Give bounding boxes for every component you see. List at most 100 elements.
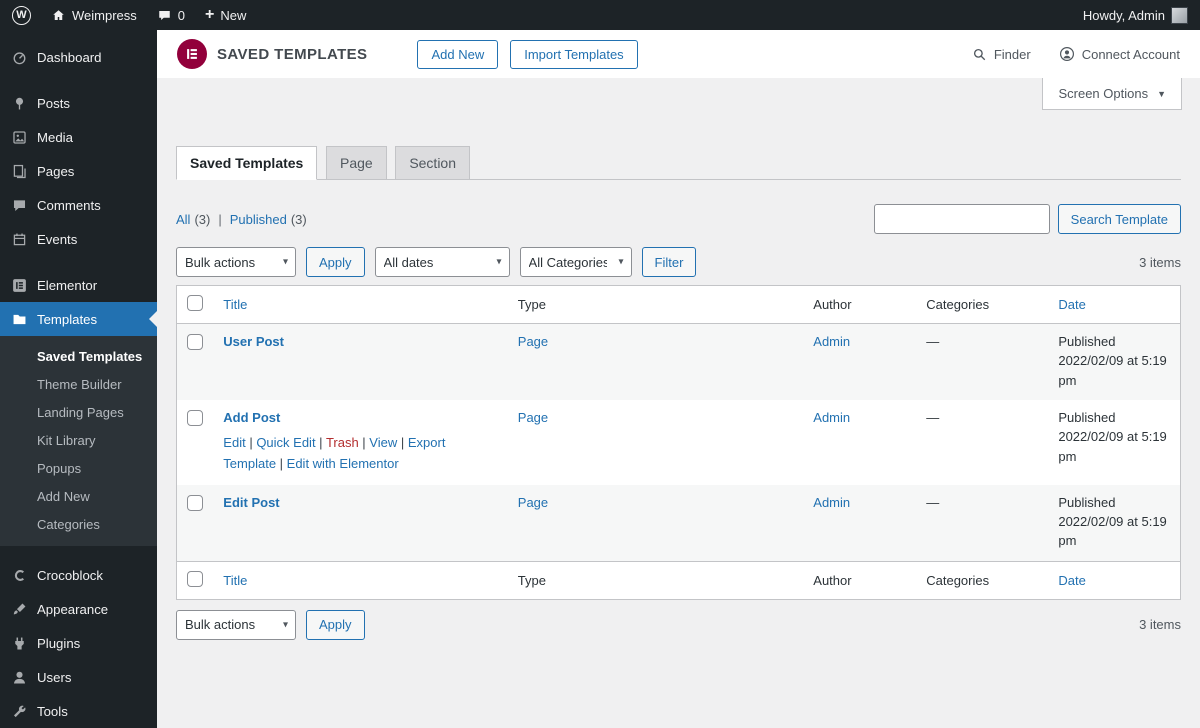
import-templates-button[interactable]: Import Templates bbox=[510, 39, 638, 69]
submenu-item-saved-templates[interactable]: Saved Templates bbox=[0, 342, 157, 370]
column-title-sort[interactable]: Title bbox=[223, 297, 247, 312]
publish-date: 2022/02/09 at 5:19 pm bbox=[1058, 429, 1167, 464]
menu-separator bbox=[0, 256, 157, 268]
all-count: (3) bbox=[194, 211, 211, 227]
column-date-sort[interactable]: Date bbox=[1058, 297, 1085, 312]
folder-icon bbox=[10, 310, 28, 328]
quick-edit-action-link[interactable]: Quick Edit bbox=[256, 435, 315, 450]
sidebar-item-label: Crocoblock bbox=[37, 567, 103, 583]
screen-options-toggle[interactable]: Screen Options ▼ bbox=[1042, 78, 1182, 110]
sidebar-item-label: Tools bbox=[37, 703, 68, 719]
howdy-account-link[interactable]: Howdy, Admin bbox=[1082, 6, 1188, 24]
search-icon bbox=[972, 47, 987, 62]
submenu-item-kit-library[interactable]: Kit Library bbox=[0, 426, 157, 454]
select-all-checkbox[interactable] bbox=[187, 295, 203, 311]
pushpin-icon bbox=[10, 94, 28, 112]
add-new-button[interactable]: Add New bbox=[417, 39, 499, 69]
tab-saved-templates[interactable]: Saved Templates bbox=[176, 146, 318, 180]
sidebar-item-users[interactable]: Users bbox=[0, 660, 157, 694]
new-label: New bbox=[220, 7, 247, 23]
table-footer: Title Type Author Categories Date bbox=[176, 560, 1181, 600]
template-title-link[interactable]: Add Post bbox=[223, 410, 280, 425]
filter-button[interactable]: Filter bbox=[641, 247, 697, 277]
row-checkbox[interactable] bbox=[187, 494, 203, 511]
avatar bbox=[1171, 6, 1188, 24]
type-link[interactable]: Page bbox=[518, 410, 548, 425]
table-row: Edit Post Page Admin — Published 2022/02… bbox=[176, 484, 1181, 562]
submenu-item-add-new[interactable]: Add New bbox=[0, 482, 157, 510]
screen-options-label: Screen Options bbox=[1058, 86, 1149, 101]
row-actions: EditQuick EditTrashViewExport TemplateEd… bbox=[223, 433, 497, 475]
categories-value: — bbox=[926, 334, 940, 349]
type-link[interactable]: Page bbox=[518, 334, 548, 349]
crocoblock-icon bbox=[10, 566, 28, 584]
sidebar-item-comments[interactable]: Comments bbox=[0, 188, 157, 222]
media-icon bbox=[10, 128, 28, 146]
sidebar-item-events[interactable]: Events bbox=[0, 222, 157, 256]
column-categories: Categories bbox=[916, 285, 1049, 324]
apply-button[interactable]: Apply bbox=[306, 247, 365, 277]
comments-admin-bar-link[interactable]: 0 bbox=[157, 8, 185, 23]
content-area: Saved Templates Page Section All (3) | P… bbox=[157, 146, 1200, 640]
finder-label: Finder bbox=[993, 46, 1031, 62]
sidebar-item-appearance[interactable]: Appearance bbox=[0, 592, 157, 626]
sidebar-item-posts[interactable]: Posts bbox=[0, 86, 157, 120]
sidebar-item-media[interactable]: Media bbox=[0, 120, 157, 154]
sidebar-item-dashboard[interactable]: Dashboard bbox=[0, 40, 157, 74]
submenu-item-landing-pages[interactable]: Landing Pages bbox=[0, 398, 157, 426]
sidebar-item-templates[interactable]: Templates bbox=[0, 302, 157, 336]
pages-icon bbox=[10, 162, 28, 180]
sidebar-item-crocoblock[interactable]: Crocoblock bbox=[0, 558, 157, 592]
search-input[interactable] bbox=[873, 204, 1050, 234]
connect-account-link[interactable]: Connect Account bbox=[1059, 46, 1180, 62]
finder-link[interactable]: Finder bbox=[972, 47, 1031, 62]
home-icon bbox=[51, 8, 66, 23]
categories-filter-select[interactable]: All Categories bbox=[519, 247, 632, 277]
row-checkbox[interactable] bbox=[187, 410, 203, 426]
search-template-button[interactable]: Search Template bbox=[1057, 204, 1181, 234]
author-link[interactable]: Admin bbox=[813, 410, 850, 425]
sidebar-item-elementor[interactable]: Elementor bbox=[0, 268, 157, 302]
author-link[interactable]: Admin bbox=[813, 334, 850, 349]
submenu-item-theme-builder[interactable]: Theme Builder bbox=[0, 370, 157, 398]
row-checkbox[interactable] bbox=[187, 334, 203, 350]
menu-separator bbox=[0, 74, 157, 86]
table-row: Add Post EditQuick EditTrashViewExport T… bbox=[177, 400, 1181, 485]
dates-filter-select[interactable]: All dates bbox=[374, 247, 510, 277]
bulk-actions-select[interactable]: Bulk actions bbox=[176, 247, 296, 277]
sidebar-item-tools[interactable]: Tools bbox=[0, 694, 157, 728]
sidebar-item-plugins[interactable]: Plugins bbox=[0, 626, 157, 660]
bulk-actions-select-bottom[interactable]: Bulk actions bbox=[176, 609, 296, 640]
topbar-right: Finder Connect Account bbox=[972, 46, 1180, 62]
tab-page[interactable]: Page bbox=[325, 146, 387, 180]
plus-icon: + bbox=[205, 6, 215, 23]
new-content-link[interactable]: + New bbox=[205, 7, 246, 23]
select-all-checkbox[interactable] bbox=[187, 570, 203, 587]
view-action-link[interactable]: View bbox=[369, 435, 397, 450]
submenu-item-categories[interactable]: Categories bbox=[0, 510, 157, 538]
author-link[interactable]: Admin bbox=[813, 495, 850, 510]
sidebar-item-pages[interactable]: Pages bbox=[0, 154, 157, 188]
sidebar-item-label: Comments bbox=[37, 197, 101, 213]
wordpress-logo-menu[interactable]: W bbox=[12, 5, 31, 25]
edit-with-elementor-action-link[interactable]: Edit with Elementor bbox=[287, 456, 399, 471]
categories-value: — bbox=[926, 494, 940, 510]
column-author: Author bbox=[803, 285, 917, 324]
tab-section[interactable]: Section bbox=[395, 146, 471, 180]
column-date-sort[interactable]: Date bbox=[1058, 573, 1085, 588]
trash-action-link[interactable]: Trash bbox=[326, 435, 359, 450]
filter-all-link[interactable]: All bbox=[176, 212, 190, 227]
categories-value: — bbox=[926, 410, 940, 425]
template-title-link[interactable]: Edit Post bbox=[223, 495, 279, 510]
sidebar-item-label: Dashboard bbox=[37, 49, 102, 65]
edit-action-link[interactable]: Edit bbox=[223, 435, 245, 450]
apply-button-bottom[interactable]: Apply bbox=[306, 609, 365, 640]
site-name-link[interactable]: Weimpress bbox=[51, 8, 137, 23]
filter-published-link[interactable]: Published bbox=[230, 212, 287, 227]
divider: | bbox=[218, 211, 222, 227]
template-title-link[interactable]: User Post bbox=[223, 334, 284, 349]
column-title-sort[interactable]: Title bbox=[223, 573, 247, 588]
howdy-label: Howdy, Admin bbox=[1082, 7, 1165, 23]
submenu-item-popups[interactable]: Popups bbox=[0, 454, 157, 482]
type-link[interactable]: Page bbox=[518, 495, 548, 510]
